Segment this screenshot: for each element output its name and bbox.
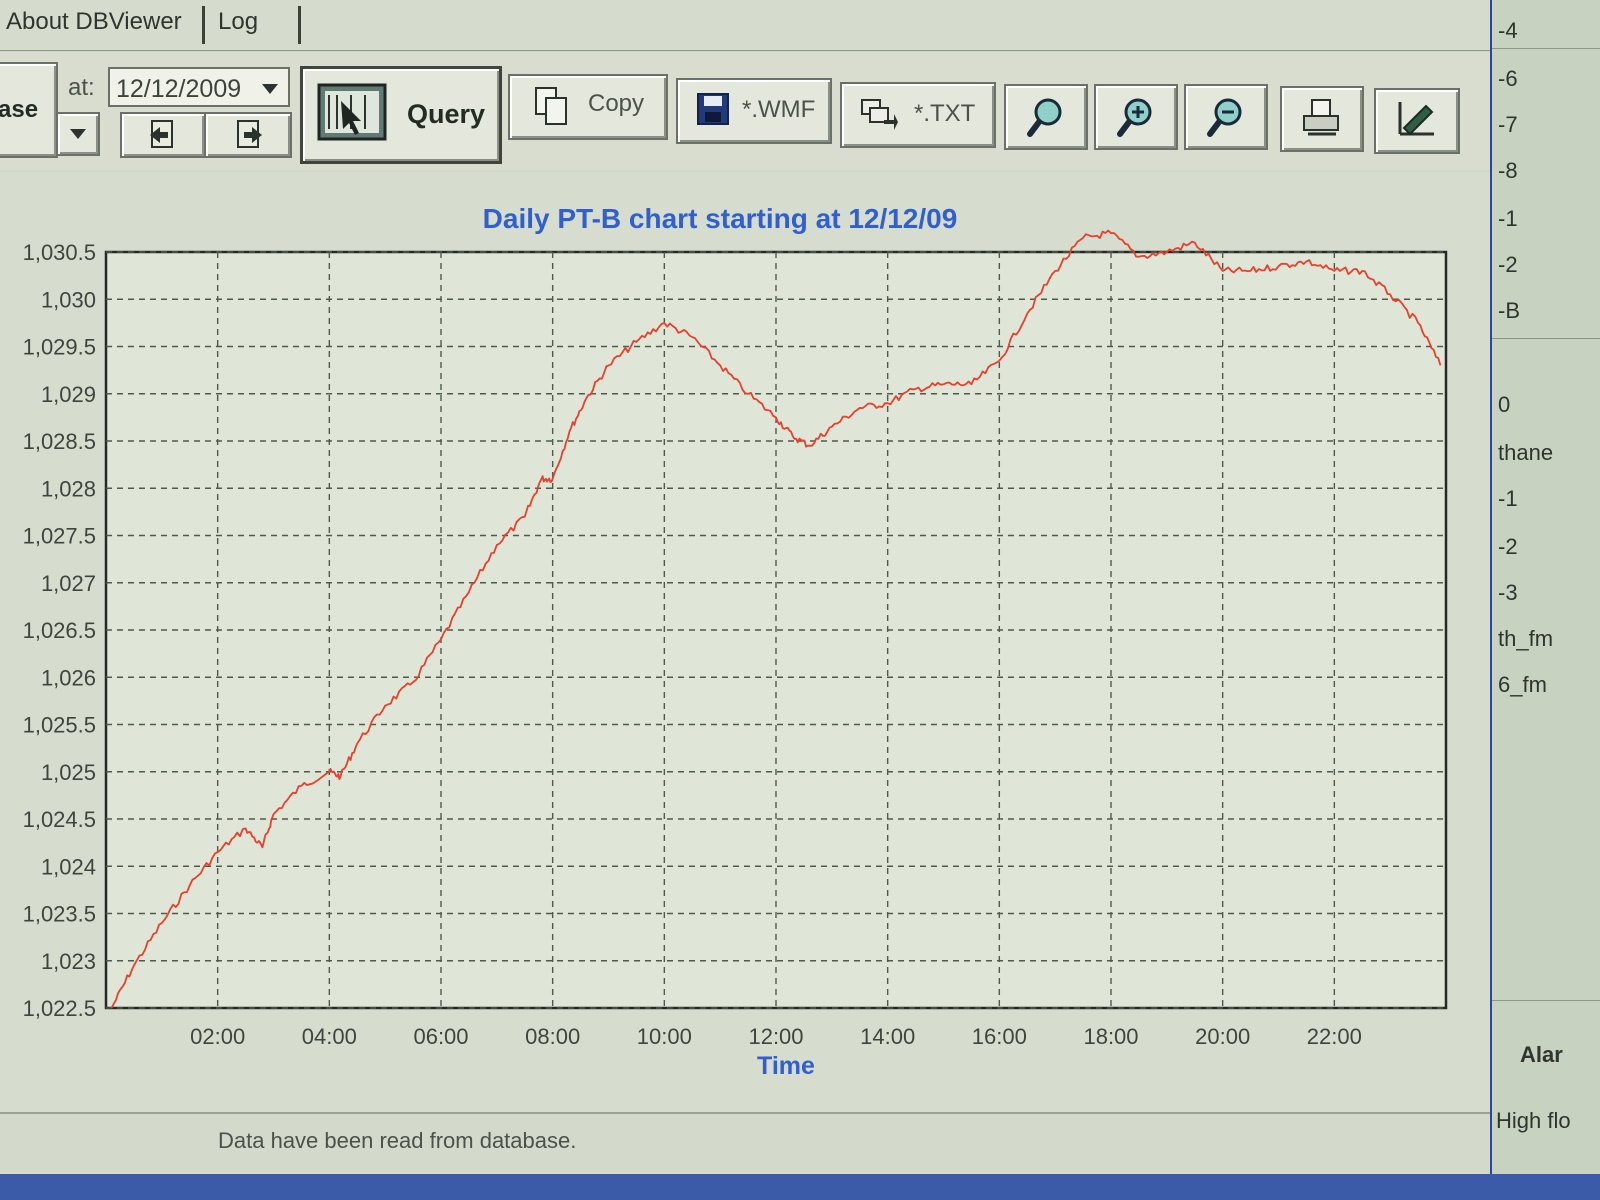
background-window-panel: -4 -6 -7 -8 -1 -2 -B 0 thane -1 -2 -3 th… [1490, 0, 1600, 1200]
taskbar-strip [0, 1174, 1600, 1200]
panel-label: -B [1498, 298, 1520, 323]
txt-label: *.TXT [914, 100, 976, 127]
panel-divider [1492, 48, 1600, 49]
panel-divider [1492, 338, 1600, 339]
next-day-button[interactable] [204, 112, 292, 158]
chevron-down-icon[interactable] [262, 84, 278, 94]
y-tick-label: 1,030.5 [23, 240, 96, 265]
zoom-in-icon [1117, 98, 1152, 137]
zoom-out-button[interactable] [1184, 84, 1268, 150]
x-tick-label: 16:00 [972, 1024, 1027, 1049]
y-tick-label: 1,022.5 [23, 996, 96, 1021]
zoom-in-button[interactable] [1094, 84, 1178, 150]
x-tick-label: 22:00 [1307, 1024, 1362, 1049]
chevron-down-icon [70, 129, 86, 139]
query-label: Query [407, 99, 486, 129]
panel-label: -6 [1498, 66, 1518, 91]
y-tick-label: 1,027.5 [23, 524, 96, 549]
y-tick-label: 1,023.5 [23, 902, 96, 927]
panel-label: -4 [1498, 18, 1518, 43]
y-tick-label: 1,029.5 [23, 335, 96, 360]
panel-label: 0 [1498, 392, 1511, 417]
settings-button[interactable] [1374, 88, 1460, 154]
x-tick-label: 18:00 [1083, 1024, 1138, 1049]
x-tick-label: 04:00 [302, 1024, 357, 1049]
menu-log[interactable]: Log [218, 8, 258, 36]
wmf-label: *.WMF [742, 96, 816, 123]
chart-cursor-icon [317, 83, 387, 141]
printer-icon [1303, 99, 1339, 136]
panel-label: thane [1498, 440, 1554, 465]
panel-label: th_fm [1498, 626, 1554, 651]
x-tick-label: 12:00 [748, 1024, 803, 1049]
y-tick-label: 1,023 [41, 949, 96, 974]
toolbar: ase at: 12/12/2009 Query Copy *.WMF *.TX… [0, 52, 1510, 170]
status-bar: Data have been read from database. [0, 1112, 1490, 1176]
y-tick-label: 1,029 [41, 382, 96, 407]
zoom-button[interactable] [1004, 84, 1088, 150]
print-button[interactable] [1280, 86, 1364, 152]
x-axis: 02:00 04:00 06:00 08:00 10:00 12:00 14:00 16:00… [190, 1024, 1362, 1049]
dropdown-button[interactable] [56, 112, 100, 156]
copy-button[interactable]: Copy [508, 74, 668, 140]
database-label: ase [0, 96, 39, 123]
save-wmf-button[interactable]: *.WMF [676, 78, 832, 144]
y-tick-label: 1,030 [41, 287, 96, 312]
status-text: Data have been read from database. [218, 1128, 577, 1153]
y-tick-label: 1,026 [41, 665, 96, 690]
y-tick-label: 1,028.5 [23, 429, 96, 454]
chart-title: Daily PT-B chart starting at 12/12/09 [483, 203, 958, 234]
panel-label: -3 [1498, 580, 1518, 605]
panel-label: -7 [1498, 112, 1518, 137]
y-tick-label: 1,028 [41, 476, 96, 501]
arrow-left-icon [150, 120, 173, 148]
x-tick-label: 06:00 [413, 1024, 468, 1049]
export-text-icon [861, 99, 898, 130]
chart-settings-icon [1398, 102, 1434, 136]
panel-label: 6_fm [1498, 672, 1547, 697]
x-tick-label: 10:00 [637, 1024, 692, 1049]
high-flow-label: High flo [1496, 1108, 1571, 1133]
copy-icon [535, 87, 567, 125]
y-tick-label: 1,024 [41, 854, 96, 879]
y-tick-label: 1,026.5 [23, 618, 96, 643]
panel-divider [1492, 1000, 1600, 1001]
y-tick-label: 1,024.5 [23, 807, 96, 832]
at-label: at: [68, 74, 95, 101]
y-tick-label: 1,025.5 [23, 713, 96, 738]
y-axis: 1,022.5 1,023 1,023.5 1,024 1,024.5 1,025 1,02… [23, 240, 96, 1021]
menu-separator [298, 6, 301, 44]
floppy-disk-icon [697, 93, 729, 125]
magnifier-icon [1027, 98, 1062, 137]
menu-about-dbviewer[interactable]: About DBViewer [6, 8, 182, 36]
x-axis-label: Time [757, 1052, 815, 1080]
chart-panel: Daily PT-B chart starting at 12/12/09 1,… [0, 172, 1490, 1112]
zoom-out-icon [1207, 98, 1242, 137]
x-tick-label: 14:00 [860, 1024, 915, 1049]
x-tick-label: 20:00 [1195, 1024, 1250, 1049]
database-selector[interactable]: ase [0, 62, 58, 158]
panel-label: -8 [1498, 158, 1518, 183]
copy-label: Copy [588, 90, 645, 117]
panel-label: -1 [1498, 486, 1518, 511]
alarm-label: Alar [1520, 1042, 1563, 1067]
panel-label: -1 [1498, 206, 1518, 231]
menu-bar: About DBViewer Log [0, 0, 1510, 51]
panel-label: -2 [1498, 252, 1518, 277]
previous-day-button[interactable] [120, 112, 206, 158]
y-tick-label: 1,027 [41, 571, 96, 596]
panel-label: -2 [1498, 534, 1518, 559]
arrow-right-icon [237, 120, 262, 148]
save-txt-button[interactable]: *.TXT [840, 82, 996, 148]
menu-separator [202, 6, 205, 44]
query-button[interactable]: Query [300, 66, 502, 164]
y-tick-label: 1,025 [41, 760, 96, 785]
x-tick-label: 02:00 [190, 1024, 245, 1049]
x-tick-label: 08:00 [525, 1024, 580, 1049]
chart: Daily PT-B chart starting at 12/12/09 1,… [23, 203, 1448, 1080]
